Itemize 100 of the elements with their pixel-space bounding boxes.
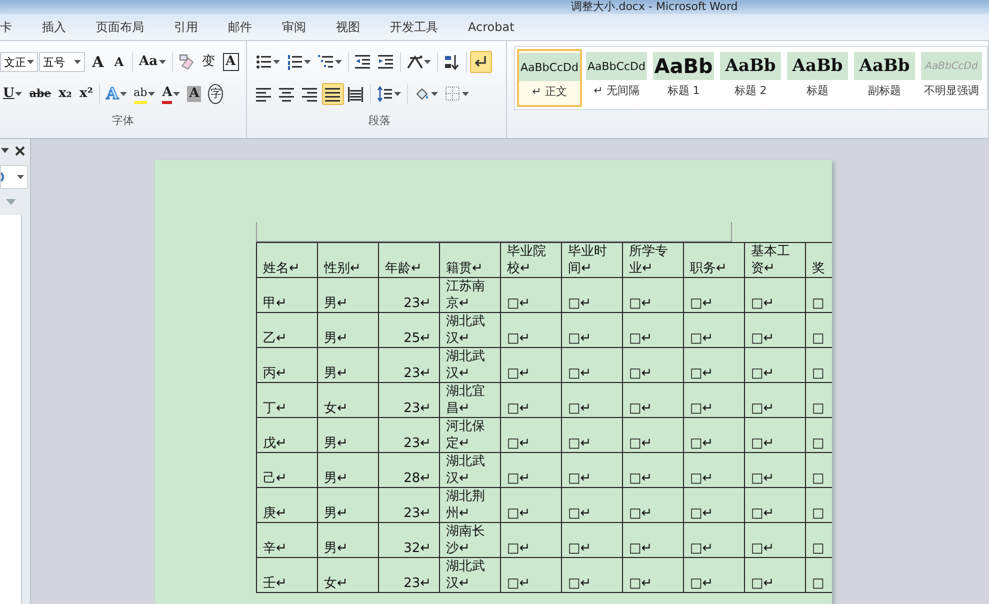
distributed-icon: [348, 86, 364, 102]
table-cell: □↵: [744, 278, 806, 312]
table-cell: □↵: [744, 558, 806, 592]
table-cell: 23↵: [378, 558, 440, 592]
table-cell: □↵: [500, 418, 562, 452]
table-cell: 湖北宜昌↵: [440, 382, 500, 418]
table-cell: □↵: [744, 452, 806, 488]
superscript-button[interactable]: x²: [76, 83, 96, 105]
table-cell: □↵: [562, 418, 622, 452]
search-field[interactable]: [0, 165, 28, 189]
style-name: ↵ 无间隔: [594, 83, 640, 98]
table-cell: □↵: [562, 348, 622, 382]
ribbon-tab[interactable]: 开发工具: [386, 16, 442, 38]
font-size-field[interactable]: 五号: [39, 52, 85, 72]
align-left-icon: [256, 86, 272, 102]
table-cell: 23↵: [378, 488, 440, 522]
change-case-button[interactable]: Aa: [136, 51, 169, 73]
table-cell: 河北保定↵: [440, 418, 500, 452]
eraser-icon: [178, 54, 195, 70]
style-option[interactable]: AaBb 标题: [785, 49, 850, 107]
table-cell: □↵: [684, 382, 744, 418]
table-cell: □↵: [500, 488, 562, 522]
caret-icon[interactable]: [1, 148, 9, 154]
strikethrough-button[interactable]: abe: [26, 83, 54, 105]
style-name: 标题: [806, 83, 828, 98]
ribbon-tab[interactable]: 卡: [0, 16, 16, 38]
ribbon-tab[interactable]: 审阅: [278, 16, 310, 38]
table-cell: 23↵: [378, 418, 440, 452]
numbering-icon: [286, 54, 303, 70]
text-layout-icon: [406, 54, 423, 70]
ribbon-tab[interactable]: 邮件: [224, 16, 256, 38]
table-cell: 乙↵: [256, 312, 318, 348]
ribbon-tab[interactable]: 视图: [332, 16, 364, 38]
table-cell: □↵: [562, 382, 622, 418]
table-cell: □↵: [744, 348, 806, 382]
underline-button[interactable]: U: [0, 83, 26, 105]
close-icon[interactable]: [15, 146, 25, 156]
table-cell: 男↵: [318, 312, 378, 348]
table-cell: □↵: [684, 312, 744, 348]
style-preview: AaBb: [787, 52, 848, 80]
style-option[interactable]: AaBbCcDd 不明显强调: [919, 49, 984, 107]
align-center-icon: [278, 86, 295, 102]
table-cell: □↵: [562, 558, 622, 592]
paint-bucket-icon: [414, 86, 430, 102]
borders-icon: [444, 86, 461, 102]
column-header: 姓名↵: [256, 242, 318, 278]
phonetic-guide-button[interactable]: 变: [198, 51, 219, 73]
column-header: 毕业时间↵: [562, 242, 622, 278]
table-cell: 女↵: [318, 558, 378, 592]
table-cell: □↵: [684, 558, 744, 592]
table-cell: □↵: [684, 488, 744, 522]
caret-icon: [27, 60, 34, 64]
column-header: 职务↵: [684, 242, 744, 278]
style-option[interactable]: AaBbCcDd ↵ 正文: [517, 49, 582, 107]
table-cell: □↵: [684, 452, 744, 488]
font-name-field[interactable]: 文正: [0, 52, 38, 72]
ribbon-tab[interactable]: 引用: [170, 16, 202, 38]
table-cell: 男↵: [318, 278, 378, 312]
table-cell: □↵: [622, 348, 684, 382]
table-cell: □↵: [622, 278, 684, 312]
ribbon-tab[interactable]: 插入: [38, 16, 70, 38]
line-spacing-icon: [376, 86, 393, 102]
table-cell: 甲↵: [256, 278, 318, 312]
grow-font-button[interactable]: A: [88, 51, 108, 73]
style-option[interactable]: AaBb 标题 1: [651, 49, 716, 107]
multilevel-icon: [318, 54, 334, 70]
column-header: 年龄↵: [378, 242, 440, 278]
table-cell: 32↵: [378, 522, 440, 558]
style-option[interactable]: AaBbCcDd ↵ 无间隔: [584, 49, 649, 107]
style-name: 标题 2: [734, 83, 767, 98]
style-option[interactable]: AaBb 副标题: [852, 49, 917, 107]
bullets-icon: [256, 54, 272, 70]
ribbon-tab[interactable]: 页面布局: [92, 16, 148, 38]
table-cell: 男↵: [318, 348, 378, 382]
font-color-button[interactable]: A: [159, 83, 184, 105]
table-cell: □↵: [562, 278, 622, 312]
justify-button[interactable]: [322, 83, 344, 105]
shrink-font-button[interactable]: A: [109, 51, 129, 73]
subscript-button[interactable]: x₂: [55, 83, 76, 105]
table-cell: 男↵: [318, 452, 378, 488]
table-cell: 23↵: [378, 348, 440, 382]
highlight-button[interactable]: ab: [130, 83, 158, 105]
marks-button[interactable]: [470, 51, 492, 73]
style-option[interactable]: AaBb 标题 2: [718, 49, 783, 107]
column-header: 奖: [806, 242, 832, 278]
caret-icon[interactable]: [17, 174, 24, 180]
table-cell: □↵: [744, 382, 806, 418]
table-cell: 壬↵: [256, 558, 318, 592]
table-cell: 湖北武汉↵: [440, 348, 500, 382]
group-label: 字体: [112, 113, 134, 128]
align-right-icon: [302, 86, 318, 102]
style-name: ↵ 正文: [532, 84, 567, 99]
table-cell: 湖南长沙↵: [440, 522, 500, 558]
justify-icon: [324, 86, 341, 102]
window-title: 调整大小.docx - Microsoft Word: [571, 0, 738, 14]
ribbon-tab[interactable]: Acrobat: [464, 18, 518, 36]
table-cell: □↵: [562, 488, 622, 522]
table-cell: 男↵: [318, 418, 378, 452]
table-cell: □↵: [684, 278, 744, 312]
table-cell: 庚↵: [256, 488, 318, 522]
